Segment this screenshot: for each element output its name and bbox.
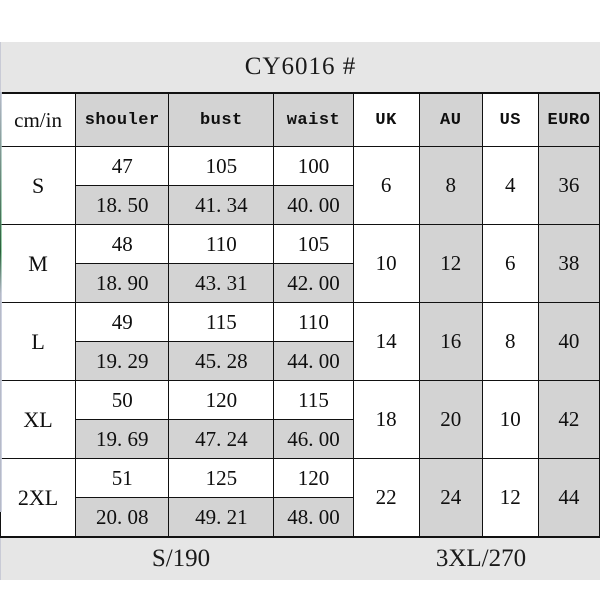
au-size: 8 — [418, 146, 483, 225]
waist-cm: 110 — [273, 302, 354, 342]
au-size: 20 — [418, 380, 483, 459]
size-label: 2XL — [0, 458, 77, 538]
euro-size: 44 — [537, 458, 600, 538]
footer-left-label: S/190 — [151, 545, 211, 572]
size-chart: CY6016 # cm/in shouler bust waist UK AU … — [0, 42, 600, 580]
size-label: XL — [0, 380, 77, 459]
bust-cm: 115 — [168, 302, 275, 342]
header-us: US — [481, 92, 539, 147]
us-size: 4 — [481, 146, 539, 225]
table-row: L 49 115 110 14 16 8 40 — [0, 302, 600, 381]
header-cm-in: cm/in — [0, 92, 77, 147]
bust-in: 41. 34 — [168, 185, 275, 225]
au-size: 24 — [418, 458, 483, 538]
us-size: 10 — [481, 380, 539, 459]
shoulder-cm: 51 — [75, 458, 170, 498]
au-size: 12 — [418, 224, 483, 303]
chart-footer: S/190 3XL/270 — [0, 538, 600, 580]
euro-size: 40 — [537, 302, 600, 381]
shoulder-cm: 48 — [75, 224, 170, 264]
au-size: 16 — [418, 302, 483, 381]
bust-cm: 110 — [168, 224, 275, 264]
header-waist: waist — [273, 92, 354, 147]
shoulder-cm: 50 — [75, 380, 170, 420]
size-table: cm/in shouler bust waist UK AU US EURO S… — [0, 92, 600, 538]
header-bust: bust — [168, 92, 275, 147]
shoulder-in: 19. 69 — [75, 419, 170, 459]
bust-in: 49. 21 — [168, 497, 275, 538]
table-row: 2XL 51 125 120 22 24 12 44 — [0, 458, 600, 538]
us-size: 8 — [481, 302, 539, 381]
waist-in: 46. 00 — [273, 419, 354, 459]
bust-cm: 105 — [168, 146, 275, 186]
waist-in: 44. 00 — [273, 341, 354, 381]
table-row: M 48 110 105 10 12 6 38 — [0, 224, 600, 303]
euro-size: 38 — [537, 224, 600, 303]
bust-cm: 120 — [168, 380, 275, 420]
uk-size: 14 — [352, 302, 420, 381]
us-size: 12 — [481, 458, 539, 538]
shoulder-in: 18. 50 — [75, 185, 170, 225]
header-shoulder: shouler — [75, 92, 170, 147]
bust-cm: 125 — [168, 458, 275, 498]
bust-in: 45. 28 — [168, 341, 275, 381]
shoulder-in: 20. 08 — [75, 497, 170, 538]
uk-size: 6 — [352, 146, 420, 225]
chart-title: CY6016 # — [0, 42, 600, 92]
size-label: L — [0, 302, 77, 381]
euro-size: 42 — [537, 380, 600, 459]
header-au: AU — [418, 92, 483, 147]
shoulder-cm: 47 — [75, 146, 170, 186]
uk-size: 18 — [352, 380, 420, 459]
bust-in: 47. 24 — [168, 419, 275, 459]
uk-size: 22 — [352, 458, 420, 538]
header-euro: EURO — [537, 92, 600, 147]
waist-in: 48. 00 — [273, 497, 354, 538]
bust-in: 43. 31 — [168, 263, 275, 303]
waist-in: 40. 00 — [273, 185, 354, 225]
table-row: S 47 105 100 6 8 4 36 — [0, 146, 600, 225]
waist-cm: 120 — [273, 458, 354, 498]
shoulder-cm: 49 — [75, 302, 170, 342]
table-header-row: cm/in shouler bust waist UK AU US EURO — [0, 92, 600, 147]
footer-right-label: 3XL/270 — [435, 545, 527, 572]
uk-size: 10 — [352, 224, 420, 303]
shoulder-in: 18. 90 — [75, 263, 170, 303]
header-uk: UK — [352, 92, 420, 147]
us-size: 6 — [481, 224, 539, 303]
waist-in: 42. 00 — [273, 263, 354, 303]
euro-size: 36 — [537, 146, 600, 225]
shoulder-in: 19. 29 — [75, 341, 170, 381]
table-row: XL 50 120 115 18 20 10 42 — [0, 380, 600, 459]
waist-cm: 105 — [273, 224, 354, 264]
waist-cm: 115 — [273, 380, 354, 420]
size-label: M — [0, 224, 77, 303]
size-label: S — [0, 146, 77, 225]
waist-cm: 100 — [273, 146, 354, 186]
